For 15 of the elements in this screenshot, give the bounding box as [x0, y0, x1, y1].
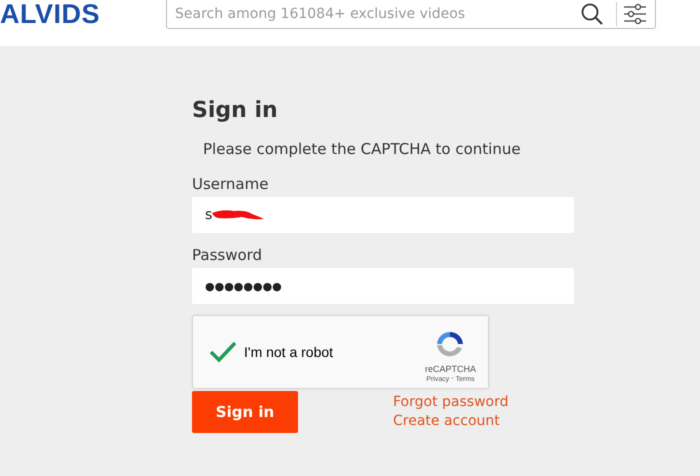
search-bar[interactable]: Search among 161084+ exclusive videos	[166, 0, 656, 29]
search-icon[interactable]	[580, 2, 604, 26]
field-label: Password	[192, 246, 262, 264]
form-title: Sign in	[192, 98, 278, 123]
sign-in-button[interactable]: Sign in	[192, 391, 298, 433]
filter-icon[interactable]	[623, 2, 647, 24]
search-field[interactable]: Search among 161084+ exclusive videos	[167, 6, 580, 22]
checkmark-icon[interactable]	[209, 341, 237, 363]
site-logo[interactable]: ALVIDS	[0, 0, 166, 30]
recaptcha-brand: reCAPTCHA	[424, 364, 476, 374]
field-label: Username	[192, 175, 268, 193]
input-field[interactable]: s	[192, 197, 574, 233]
captcha-label: I'm not a robot	[244, 344, 334, 360]
captcha-message: Please complete the CAPTCHA to continue	[203, 140, 521, 158]
input-field[interactable]: ●●●●●●●●	[192, 268, 574, 304]
